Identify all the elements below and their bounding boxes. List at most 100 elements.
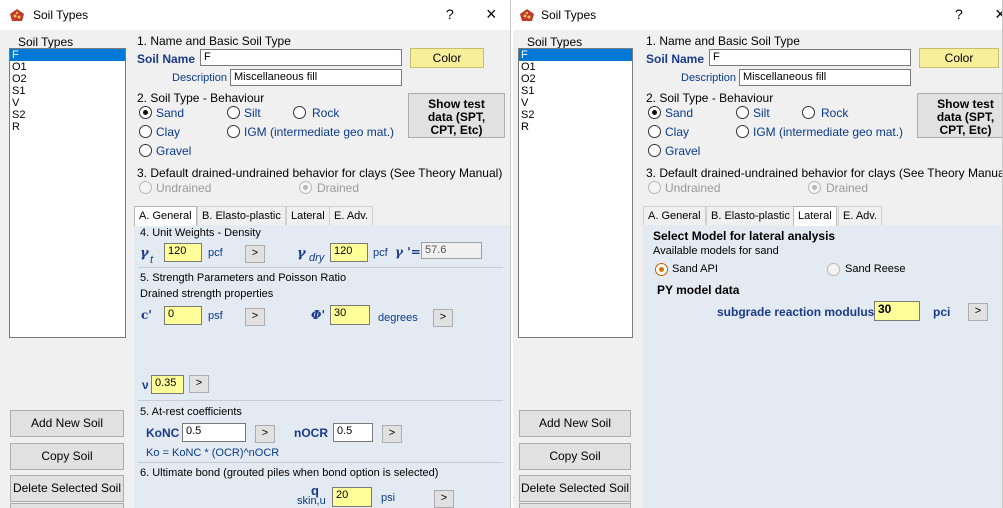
q-skin-more-button[interactable]: > (434, 490, 454, 508)
clay-radio[interactable] (139, 125, 152, 138)
add-new-soil-button[interactable]: Add New Soil (519, 410, 631, 437)
undrained-radio[interactable] (139, 181, 152, 194)
nocr-input[interactable]: 0.5 (333, 423, 373, 442)
list-item[interactable]: F (519, 49, 632, 61)
soil-types-list[interactable]: F O1 O2 S1 V S2 R (518, 48, 633, 338)
section-name-heading: 1. Name and Basic Soil Type (137, 34, 291, 48)
show-test-data-button[interactable]: Show test data (SPT, CPT, Etc) (408, 93, 505, 138)
py-model-heading: PY model data (657, 283, 740, 297)
list-item[interactable]: V (10, 97, 125, 109)
gamma-prime-label: γ '= (395, 245, 421, 259)
list-item[interactable]: O2 (519, 73, 632, 85)
list-item[interactable]: S1 (10, 85, 125, 97)
partial-button[interactable] (10, 503, 124, 508)
drained-radio[interactable] (299, 181, 312, 194)
description-input[interactable]: Miscellaneous fill (230, 69, 402, 86)
nocr-label: nOCR (294, 426, 328, 440)
list-item[interactable]: S1 (519, 85, 632, 97)
description-input[interactable]: Miscellaneous fill (739, 69, 911, 86)
undrained-radio[interactable] (648, 181, 661, 194)
gamma-dry-input[interactable]: 120 (330, 243, 368, 262)
tab-elasto-plastic[interactable]: B. Elasto-plastic (197, 206, 286, 226)
gravel-radio[interactable] (648, 144, 661, 157)
clay-label: Clay (156, 125, 181, 139)
sand-radio[interactable] (648, 106, 661, 119)
soil-name-label: Soil Name (137, 52, 196, 66)
cohesion-input[interactable]: 0 (164, 306, 202, 325)
pcf-unit-2: pcf (373, 247, 388, 259)
soil-app-icon (9, 8, 25, 22)
divider (138, 400, 503, 401)
gravel-radio[interactable] (139, 144, 152, 157)
tab-elasto-plastic[interactable]: B. Elasto-plastic (706, 206, 795, 226)
soil-name-input[interactable]: F (709, 49, 911, 66)
gamma-t-more-button[interactable]: > (245, 245, 265, 263)
tab-lateral[interactable]: Lateral (286, 206, 330, 226)
rock-radio[interactable] (802, 106, 815, 119)
close-button[interactable]: × (486, 4, 497, 25)
add-new-soil-button[interactable]: Add New Soil (10, 410, 124, 437)
tab-adv[interactable]: E. Adv. (838, 206, 883, 226)
clay-radio[interactable] (648, 125, 661, 138)
description-label: Description (681, 72, 737, 84)
soil-types-list[interactable]: F O1 O2 S1 V S2 R (9, 48, 126, 338)
help-button[interactable]: ? (955, 6, 963, 22)
sand-api-radio[interactable] (655, 263, 668, 276)
subgrade-modulus-input[interactable]: 30 (874, 301, 920, 321)
sand-reese-radio[interactable] (827, 263, 840, 276)
silt-radio[interactable] (227, 106, 240, 119)
tab-general[interactable]: A. General (134, 206, 197, 226)
phi-more-button[interactable]: > (433, 309, 453, 327)
show-test-data-button[interactable]: Show test data (SPT, CPT, Etc) (917, 93, 1002, 138)
tab-lateral[interactable]: Lateral (793, 206, 837, 226)
subgrade-more-button[interactable]: > (968, 303, 988, 321)
poisson-more-button[interactable]: > (189, 375, 209, 393)
q-skin-input[interactable]: 20 (332, 487, 372, 507)
drained-radio[interactable] (808, 181, 821, 194)
sand-api-label: Sand API (672, 263, 718, 275)
delete-soil-button[interactable]: Delete Selected Soil (10, 475, 124, 502)
color-button[interactable]: Color (919, 48, 999, 68)
gamma-t-symbol: γ (140, 246, 149, 261)
list-item[interactable]: O1 (519, 61, 632, 73)
nocr-more-button[interactable]: > (382, 425, 402, 443)
list-item[interactable]: F (10, 49, 125, 61)
gamma-t-input[interactable]: 120 (164, 243, 202, 262)
drained-label: Drained (826, 181, 869, 195)
partial-button[interactable] (519, 503, 631, 508)
copy-soil-button[interactable]: Copy Soil (10, 443, 124, 470)
ultimate-bond-heading: 6. Ultimate bond (grouted piles when bon… (140, 467, 439, 479)
list-item[interactable]: S2 (10, 109, 125, 121)
sand-radio[interactable] (139, 106, 152, 119)
silt-radio[interactable] (736, 106, 749, 119)
list-item[interactable]: O1 (10, 61, 125, 73)
list-item[interactable]: V (519, 97, 632, 109)
konc-more-button[interactable]: > (255, 425, 275, 443)
cohesion-more-button[interactable]: > (245, 308, 265, 326)
tab-general[interactable]: A. General (643, 206, 706, 226)
gamma-prime-value: 57.6 (421, 242, 482, 259)
list-item[interactable]: S2 (519, 109, 632, 121)
igm-radio[interactable] (736, 125, 749, 138)
help-button[interactable]: ? (446, 6, 454, 22)
close-button[interactable]: × (995, 4, 1002, 25)
subgrade-modulus-label: subgrade reaction modulus k (717, 305, 885, 319)
gravel-label: Gravel (665, 144, 701, 158)
list-item[interactable]: R (519, 121, 632, 133)
soil-name-input[interactable]: F (200, 49, 402, 66)
rock-label: Rock (312, 106, 340, 120)
poisson-label: ν (142, 378, 149, 392)
poisson-input[interactable]: 0.35 (151, 375, 184, 394)
color-button[interactable]: Color (410, 48, 484, 68)
list-item[interactable]: O2 (10, 73, 125, 85)
phi-input[interactable]: 30 (330, 305, 370, 325)
pcf-unit: pcf (208, 247, 223, 259)
tab-adv[interactable]: E. Adv. (329, 206, 374, 226)
rock-radio[interactable] (293, 106, 306, 119)
igm-radio[interactable] (227, 125, 240, 138)
konc-input[interactable]: 0.5 (182, 423, 246, 442)
list-item[interactable]: R (10, 121, 125, 133)
unit-weights-heading: 4. Unit Weights - Density (140, 227, 261, 239)
delete-soil-button[interactable]: Delete Selected Soil (519, 475, 631, 502)
copy-soil-button[interactable]: Copy Soil (519, 443, 631, 470)
